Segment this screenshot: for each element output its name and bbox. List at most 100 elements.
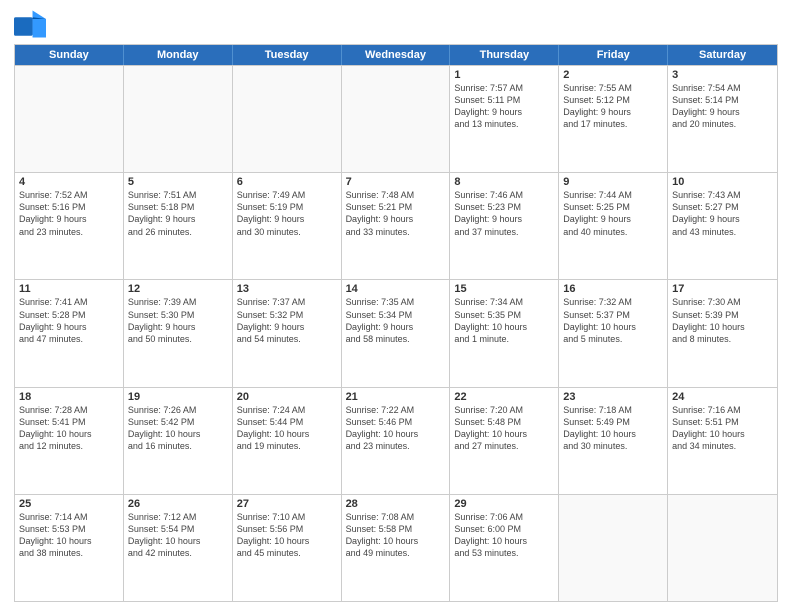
day-info: Sunrise: 7:39 AM Sunset: 5:30 PM Dayligh… bbox=[128, 296, 228, 345]
weekday-header-saturday: Saturday bbox=[668, 45, 777, 65]
calendar-cell: 15Sunrise: 7:34 AM Sunset: 5:35 PM Dayli… bbox=[450, 280, 559, 386]
day-info: Sunrise: 7:14 AM Sunset: 5:53 PM Dayligh… bbox=[19, 511, 119, 560]
day-number: 21 bbox=[346, 391, 446, 403]
day-number: 6 bbox=[237, 176, 337, 188]
day-info: Sunrise: 7:12 AM Sunset: 5:54 PM Dayligh… bbox=[128, 511, 228, 560]
calendar-cell: 27Sunrise: 7:10 AM Sunset: 5:56 PM Dayli… bbox=[233, 495, 342, 601]
day-info: Sunrise: 7:54 AM Sunset: 5:14 PM Dayligh… bbox=[672, 82, 773, 131]
day-info: Sunrise: 7:22 AM Sunset: 5:46 PM Dayligh… bbox=[346, 404, 446, 453]
day-number: 11 bbox=[19, 283, 119, 295]
day-number: 12 bbox=[128, 283, 228, 295]
day-number: 10 bbox=[672, 176, 773, 188]
day-number: 26 bbox=[128, 498, 228, 510]
day-number: 4 bbox=[19, 176, 119, 188]
calendar-cell: 1Sunrise: 7:57 AM Sunset: 5:11 PM Daylig… bbox=[450, 66, 559, 172]
calendar-cell: 9Sunrise: 7:44 AM Sunset: 5:25 PM Daylig… bbox=[559, 173, 668, 279]
day-number: 7 bbox=[346, 176, 446, 188]
day-number: 14 bbox=[346, 283, 446, 295]
day-info: Sunrise: 7:57 AM Sunset: 5:11 PM Dayligh… bbox=[454, 82, 554, 131]
calendar-cell: 20Sunrise: 7:24 AM Sunset: 5:44 PM Dayli… bbox=[233, 388, 342, 494]
calendar-cell: 12Sunrise: 7:39 AM Sunset: 5:30 PM Dayli… bbox=[124, 280, 233, 386]
calendar-cell: 13Sunrise: 7:37 AM Sunset: 5:32 PM Dayli… bbox=[233, 280, 342, 386]
calendar-cell: 26Sunrise: 7:12 AM Sunset: 5:54 PM Dayli… bbox=[124, 495, 233, 601]
day-number: 1 bbox=[454, 69, 554, 81]
calendar-row-4: 18Sunrise: 7:28 AM Sunset: 5:41 PM Dayli… bbox=[15, 387, 777, 494]
calendar-cell: 3Sunrise: 7:54 AM Sunset: 5:14 PM Daylig… bbox=[668, 66, 777, 172]
day-info: Sunrise: 7:35 AM Sunset: 5:34 PM Dayligh… bbox=[346, 296, 446, 345]
day-number: 8 bbox=[454, 176, 554, 188]
day-info: Sunrise: 7:28 AM Sunset: 5:41 PM Dayligh… bbox=[19, 404, 119, 453]
calendar-cell: 7Sunrise: 7:48 AM Sunset: 5:21 PM Daylig… bbox=[342, 173, 451, 279]
weekday-header-tuesday: Tuesday bbox=[233, 45, 342, 65]
day-number: 5 bbox=[128, 176, 228, 188]
calendar-cell bbox=[15, 66, 124, 172]
day-info: Sunrise: 7:30 AM Sunset: 5:39 PM Dayligh… bbox=[672, 296, 773, 345]
day-info: Sunrise: 7:52 AM Sunset: 5:16 PM Dayligh… bbox=[19, 189, 119, 238]
day-number: 18 bbox=[19, 391, 119, 403]
calendar-cell: 14Sunrise: 7:35 AM Sunset: 5:34 PM Dayli… bbox=[342, 280, 451, 386]
calendar-cell: 25Sunrise: 7:14 AM Sunset: 5:53 PM Dayli… bbox=[15, 495, 124, 601]
calendar-cell: 17Sunrise: 7:30 AM Sunset: 5:39 PM Dayli… bbox=[668, 280, 777, 386]
day-number: 22 bbox=[454, 391, 554, 403]
day-number: 16 bbox=[563, 283, 663, 295]
calendar-cell bbox=[124, 66, 233, 172]
day-number: 23 bbox=[563, 391, 663, 403]
day-info: Sunrise: 7:49 AM Sunset: 5:19 PM Dayligh… bbox=[237, 189, 337, 238]
calendar: SundayMondayTuesdayWednesdayThursdayFrid… bbox=[14, 44, 778, 602]
calendar-row-5: 25Sunrise: 7:14 AM Sunset: 5:53 PM Dayli… bbox=[15, 494, 777, 601]
day-info: Sunrise: 7:24 AM Sunset: 5:44 PM Dayligh… bbox=[237, 404, 337, 453]
calendar-cell: 10Sunrise: 7:43 AM Sunset: 5:27 PM Dayli… bbox=[668, 173, 777, 279]
calendar-row-2: 4Sunrise: 7:52 AM Sunset: 5:16 PM Daylig… bbox=[15, 172, 777, 279]
calendar-cell: 22Sunrise: 7:20 AM Sunset: 5:48 PM Dayli… bbox=[450, 388, 559, 494]
day-number: 29 bbox=[454, 498, 554, 510]
calendar-cell: 4Sunrise: 7:52 AM Sunset: 5:16 PM Daylig… bbox=[15, 173, 124, 279]
calendar-cell: 6Sunrise: 7:49 AM Sunset: 5:19 PM Daylig… bbox=[233, 173, 342, 279]
day-info: Sunrise: 7:34 AM Sunset: 5:35 PM Dayligh… bbox=[454, 296, 554, 345]
weekday-header-wednesday: Wednesday bbox=[342, 45, 451, 65]
calendar-cell: 24Sunrise: 7:16 AM Sunset: 5:51 PM Dayli… bbox=[668, 388, 777, 494]
day-info: Sunrise: 7:08 AM Sunset: 5:58 PM Dayligh… bbox=[346, 511, 446, 560]
day-info: Sunrise: 7:16 AM Sunset: 5:51 PM Dayligh… bbox=[672, 404, 773, 453]
day-info: Sunrise: 7:18 AM Sunset: 5:49 PM Dayligh… bbox=[563, 404, 663, 453]
day-number: 2 bbox=[563, 69, 663, 81]
day-number: 13 bbox=[237, 283, 337, 295]
calendar-cell bbox=[559, 495, 668, 601]
calendar-cell: 11Sunrise: 7:41 AM Sunset: 5:28 PM Dayli… bbox=[15, 280, 124, 386]
generalblue-logo-icon bbox=[14, 10, 46, 38]
page: SundayMondayTuesdayWednesdayThursdayFrid… bbox=[0, 0, 792, 612]
calendar-cell: 5Sunrise: 7:51 AM Sunset: 5:18 PM Daylig… bbox=[124, 173, 233, 279]
calendar-cell bbox=[233, 66, 342, 172]
weekday-header-monday: Monday bbox=[124, 45, 233, 65]
calendar-cell bbox=[342, 66, 451, 172]
day-info: Sunrise: 7:32 AM Sunset: 5:37 PM Dayligh… bbox=[563, 296, 663, 345]
day-info: Sunrise: 7:51 AM Sunset: 5:18 PM Dayligh… bbox=[128, 189, 228, 238]
day-info: Sunrise: 7:41 AM Sunset: 5:28 PM Dayligh… bbox=[19, 296, 119, 345]
calendar-cell: 28Sunrise: 7:08 AM Sunset: 5:58 PM Dayli… bbox=[342, 495, 451, 601]
calendar-cell: 16Sunrise: 7:32 AM Sunset: 5:37 PM Dayli… bbox=[559, 280, 668, 386]
day-number: 17 bbox=[672, 283, 773, 295]
calendar-cell bbox=[668, 495, 777, 601]
weekday-header-thursday: Thursday bbox=[450, 45, 559, 65]
day-number: 24 bbox=[672, 391, 773, 403]
weekday-header-friday: Friday bbox=[559, 45, 668, 65]
calendar-cell: 23Sunrise: 7:18 AM Sunset: 5:49 PM Dayli… bbox=[559, 388, 668, 494]
day-number: 28 bbox=[346, 498, 446, 510]
weekday-header-sunday: Sunday bbox=[15, 45, 124, 65]
day-number: 27 bbox=[237, 498, 337, 510]
calendar-cell: 2Sunrise: 7:55 AM Sunset: 5:12 PM Daylig… bbox=[559, 66, 668, 172]
day-info: Sunrise: 7:44 AM Sunset: 5:25 PM Dayligh… bbox=[563, 189, 663, 238]
day-info: Sunrise: 7:55 AM Sunset: 5:12 PM Dayligh… bbox=[563, 82, 663, 131]
day-number: 15 bbox=[454, 283, 554, 295]
day-number: 20 bbox=[237, 391, 337, 403]
day-info: Sunrise: 7:43 AM Sunset: 5:27 PM Dayligh… bbox=[672, 189, 773, 238]
day-number: 19 bbox=[128, 391, 228, 403]
calendar-row-1: 1Sunrise: 7:57 AM Sunset: 5:11 PM Daylig… bbox=[15, 65, 777, 172]
day-info: Sunrise: 7:37 AM Sunset: 5:32 PM Dayligh… bbox=[237, 296, 337, 345]
day-info: Sunrise: 7:10 AM Sunset: 5:56 PM Dayligh… bbox=[237, 511, 337, 560]
calendar-row-3: 11Sunrise: 7:41 AM Sunset: 5:28 PM Dayli… bbox=[15, 279, 777, 386]
day-number: 9 bbox=[563, 176, 663, 188]
day-number: 3 bbox=[672, 69, 773, 81]
header bbox=[14, 10, 778, 38]
day-info: Sunrise: 7:46 AM Sunset: 5:23 PM Dayligh… bbox=[454, 189, 554, 238]
calendar-cell: 18Sunrise: 7:28 AM Sunset: 5:41 PM Dayli… bbox=[15, 388, 124, 494]
